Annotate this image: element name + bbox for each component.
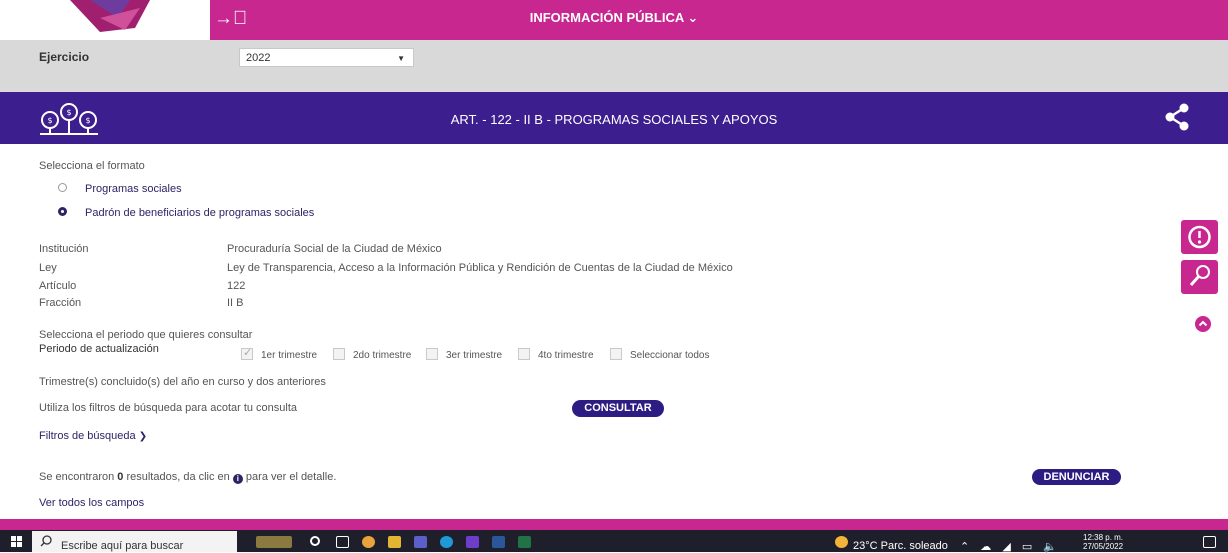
radio-programas-sociales[interactable] [58,183,67,192]
info-icon[interactable]: i [232,474,243,484]
consultar-button[interactable]: CONSULTAR [572,400,664,417]
system-tray-icons[interactable]: ⌃ ☁ ◢ ▭ 🔈 [960,540,1061,553]
exercise-select-value: 2022 [246,52,271,64]
alert-button[interactable] [1181,220,1218,254]
webex-icon[interactable] [466,536,479,548]
scroll-to-top-button[interactable] [1195,316,1211,332]
info-value: Ley de Transparencia, Acceso a la Inform… [227,262,733,274]
ver-todos-campos-link[interactable]: Ver todos los campos [39,497,144,509]
weather-icon[interactable] [835,536,848,548]
exercise-bar [0,40,1228,92]
notifications-icon[interactable] [1203,536,1216,548]
wrench-icon [1189,265,1210,286]
article-title: ART. - 122 - II B - PROGRAMAS SOCIALES Y… [450,112,778,127]
info-key: Artículo [39,280,77,292]
filters-hint: Utiliza los filtros de búsqueda para aco… [39,402,298,414]
edge-icon[interactable] [440,536,453,548]
chrome-icon[interactable] [362,536,375,548]
results-suffix: para ver el detalle. [242,471,337,483]
windows-start-icon[interactable] [11,536,22,547]
filters-toggle[interactable]: Filtros de búsqueda ❯ [39,430,147,442]
info-key: Institución [39,243,89,255]
results-middle: resultados, da clic en [123,471,233,483]
checkbox-2do-trimestre[interactable] [333,348,345,360]
exclamation-icon [1188,225,1211,249]
excel-icon[interactable] [518,536,531,548]
dropdown-arrow-icon: ▼ [397,54,405,63]
checkbox-3er-trimestre[interactable] [426,348,438,360]
checkbox-seleccionar-todos[interactable] [610,348,622,360]
teams-icon[interactable] [414,536,427,548]
taskbar-search-placeholder: Escribe aquí para buscar [61,540,184,552]
results-summary: Se encontraron 0 resultados, da clic en … [39,471,336,484]
checkbox-1er-trimestre[interactable] [241,346,253,360]
filters-toggle-label: Filtros de búsqueda [39,430,136,442]
news-widget-icon[interactable] [256,536,292,548]
word-icon[interactable] [492,536,505,548]
clock-date: 27/05/2022 [1083,542,1124,551]
checkbox-4to-trimestre[interactable] [518,348,530,360]
arrow-up-icon [1198,320,1208,327]
share-icon[interactable] [1164,103,1190,131]
task-view-icon[interactable] [336,536,349,548]
period-label: Periodo de actualización [39,343,159,355]
checkbox-label[interactable]: 4to trimestre [538,350,594,361]
info-key: Ley [39,262,57,274]
info-value: II B [227,297,244,309]
tools-button[interactable] [1181,260,1218,294]
footer-bar [0,519,1228,530]
clock[interactable]: 12:38 p. m. 27/05/2022 [1083,533,1123,551]
period-prompt: Selecciona el periodo que quieres consul… [39,329,253,341]
period-note: Trimestre(s) concluido(s) del año en cur… [39,376,326,388]
exercise-select[interactable]: 2022 ▼ [239,48,414,67]
informacion-publica-menu[interactable]: INFORMACIÓN PÚBLICA ⌄ [0,10,1228,26]
results-prefix: Se encontraron [39,471,118,483]
denunciar-button[interactable]: DENUNCIAR [1032,469,1121,485]
info-value: 122 [227,280,246,292]
weather-text[interactable]: 23°C Parc. soleado [853,540,948,552]
checkbox-label[interactable]: 2do trimestre [353,350,411,361]
radio-label-programas-sociales[interactable]: Programas sociales [85,183,182,195]
checkbox-label[interactable]: 3er trimestre [446,350,502,361]
search-icon [40,535,52,547]
radio-padron-beneficiarios[interactable] [58,207,67,216]
chevron-down-icon: ❯ [138,431,148,442]
format-prompt: Selecciona el formato [39,160,145,172]
file-explorer-icon[interactable] [388,536,401,548]
checkbox-label[interactable]: Seleccionar todos [630,350,710,361]
cortana-icon[interactable] [310,536,320,546]
clock-time: 12:38 p. m. [1083,533,1124,542]
radio-label-padron-beneficiarios[interactable]: Padrón de beneficiarios de programas soc… [85,207,314,219]
exercise-label: Ejercicio [39,50,90,64]
info-key: Fracción [39,297,82,309]
info-value: Procuraduría Social de la Ciudad de Méxi… [227,243,442,255]
checkbox-label[interactable]: 1er trimestre [261,350,317,361]
